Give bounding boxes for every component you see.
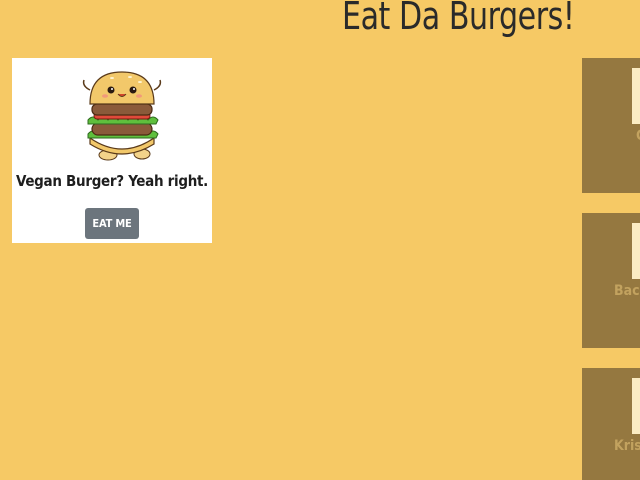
eaten-burger-label: C xyxy=(636,128,640,144)
page: Eat Da Burgers! Vegan Burger? Yeah right… xyxy=(0,0,640,480)
eat-me-button[interactable]: EAT ME xyxy=(85,208,139,239)
eaten-burger-card: Kris xyxy=(582,368,640,480)
eaten-burger-card: C xyxy=(582,58,640,193)
eaten-burger-card: Bacc xyxy=(582,213,640,348)
eaten-burger-thumbnail xyxy=(632,223,640,279)
cute-burger-icon xyxy=(82,71,162,161)
eaten-burger-label: Bacc xyxy=(614,283,640,299)
burger-card: Vegan Burger? Yeah right. EAT ME xyxy=(12,58,212,243)
burger-caption: Vegan Burger? Yeah right. xyxy=(16,172,208,190)
eaten-burger-thumbnail xyxy=(632,68,640,124)
eaten-burger-thumbnail xyxy=(632,378,640,434)
eaten-burger-label: Kris xyxy=(614,438,640,454)
page-title: Eat Da Burgers! xyxy=(342,0,575,38)
